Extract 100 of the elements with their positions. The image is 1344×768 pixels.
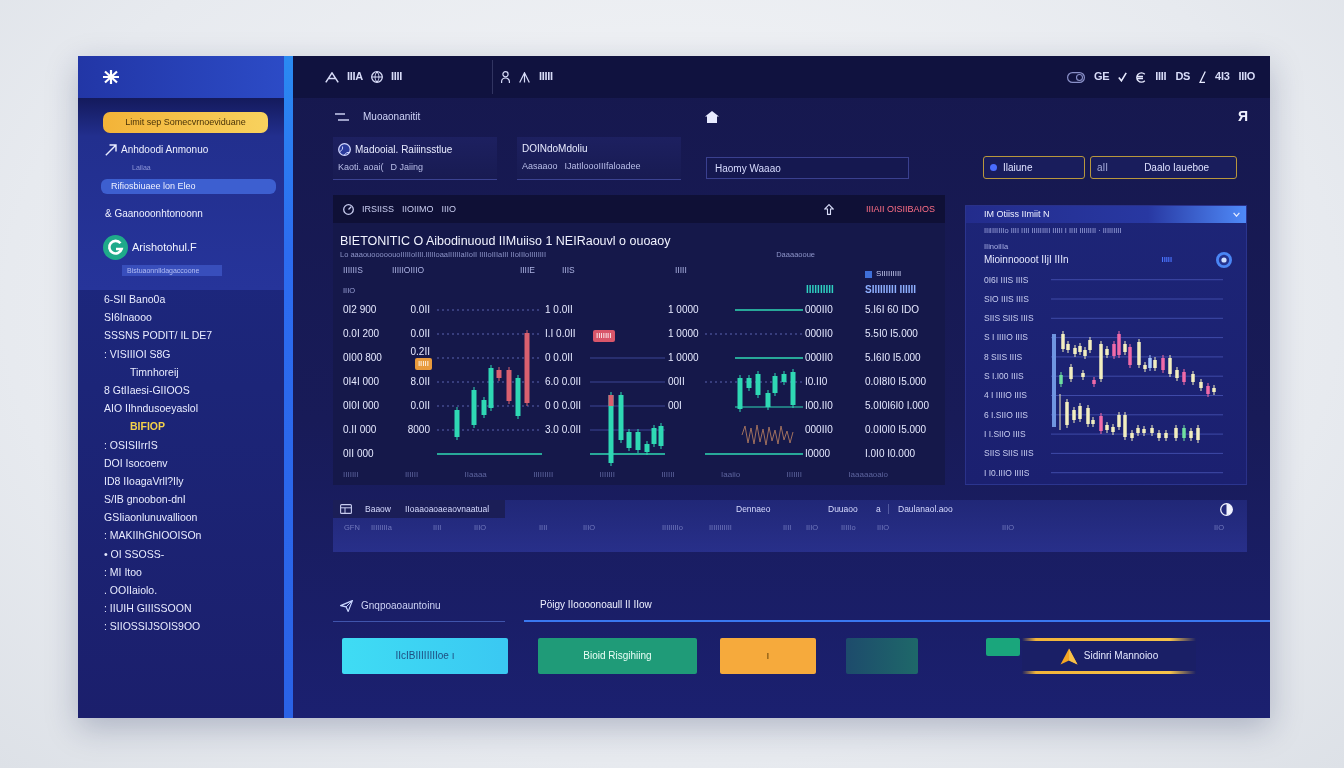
value-label: 0I2 900 bbox=[343, 304, 377, 316]
menu-item[interactable]: : OSISIIrrIS bbox=[104, 435, 158, 454]
search-field[interactable]: Haomy Waaao bbox=[706, 157, 909, 179]
toolbar-link[interactable]: IIIO bbox=[1238, 70, 1255, 84]
toolbar-link[interactable]: IIIA bbox=[347, 70, 363, 84]
tent-icon[interactable] bbox=[518, 71, 530, 83]
profile-name: Arishotohul.F bbox=[132, 240, 197, 255]
strip-heading: IIoaaoaoaeaovnaatual bbox=[405, 503, 491, 515]
menu-item[interactable]: : MAKIIhGhIOOISOn bbox=[104, 526, 202, 545]
profile-initial[interactable]: Я bbox=[1237, 108, 1248, 125]
tab[interactable]: Gnqpoaoauntoinu bbox=[333, 590, 505, 622]
menu-icon[interactable] bbox=[335, 112, 349, 121]
strip-heading: Duuaoo bbox=[828, 503, 859, 515]
nav-item[interactable]: & Gaanooonhtonoonn bbox=[105, 207, 203, 221]
strip-heading: Baaow bbox=[365, 503, 392, 515]
column-header: IIIS bbox=[562, 264, 575, 276]
column-header: IIIIE bbox=[519, 264, 535, 276]
menu-item[interactable]: : VISIIIOI S8G bbox=[104, 344, 171, 363]
panel-title: IM Otiiss IImiit N bbox=[984, 209, 1050, 220]
value-label: 0 0 0.0II bbox=[545, 400, 582, 412]
nav-item[interactable]: Anhdoodi Anmonuo bbox=[105, 143, 209, 157]
axis-label: SIO IIIS IIIS bbox=[984, 293, 1029, 305]
axis-label: 6 I.SIIO IIIS bbox=[984, 409, 1028, 420]
toolbar-link[interactable]: IIII bbox=[390, 70, 402, 84]
card-title: DOINdoMdoliu bbox=[522, 143, 588, 155]
value-label: I0000 bbox=[805, 448, 831, 460]
contrast-icon[interactable] bbox=[1220, 502, 1233, 516]
gauge-icon[interactable] bbox=[343, 203, 354, 215]
action-button[interactable]: Limit sep Somecvrnoeviduane bbox=[103, 112, 268, 133]
user-icon[interactable] bbox=[500, 71, 510, 83]
value-label: 00II bbox=[668, 376, 685, 388]
currency-icon[interactable] bbox=[1136, 71, 1147, 83]
header-label[interactable]: IRSIISS bbox=[362, 203, 394, 215]
tab[interactable]: Pöigy IIoooonoaull II IIow bbox=[524, 590, 1270, 622]
menu-item[interactable]: . OOIIaiolo. bbox=[104, 581, 158, 600]
toolbar-link[interactable]: IIII bbox=[1155, 70, 1167, 84]
value-label: 0.2II bbox=[410, 346, 430, 358]
filter-field[interactable]: aII Daalo Iaueboe bbox=[1090, 156, 1237, 179]
axis-label: IIaaaa bbox=[464, 470, 487, 480]
menu-item[interactable]: BIFIOP bbox=[130, 417, 165, 436]
value-label: 5.0I0I6I0 I.000 bbox=[865, 400, 929, 412]
menu-item[interactable]: SSSNS PODIT/ IL DE7 bbox=[104, 326, 213, 345]
price-badge: IIIIIII bbox=[593, 330, 615, 342]
filter-field[interactable]: Ilaiune bbox=[983, 156, 1085, 179]
column-header: IIIIIIS bbox=[343, 264, 363, 276]
angle-icon[interactable] bbox=[1199, 71, 1207, 83]
menu-item[interactable]: Timnhoreij bbox=[130, 362, 179, 381]
header-label[interactable]: IIIO bbox=[441, 203, 457, 215]
value-label: 0I00 800 bbox=[343, 352, 382, 364]
value-label: 8000 bbox=[407, 424, 430, 436]
toolbar-link[interactable]: DS bbox=[1175, 70, 1191, 84]
menu-item[interactable]: AIO IIhndusoeyaslol bbox=[104, 399, 198, 418]
axis-label: 0I6I IIIS IIIS bbox=[984, 274, 1029, 285]
axis-label: S I IIIIO IIIS bbox=[984, 332, 1028, 343]
check-icon[interactable] bbox=[1118, 72, 1128, 82]
value-label: 1 0000 bbox=[668, 304, 699, 316]
header-label[interactable]: IIOIIMO bbox=[402, 203, 434, 215]
value-label: 0I4I 000 bbox=[343, 376, 380, 388]
nav-item[interactable]: Rifiosbiuaee lon Eleo bbox=[101, 179, 276, 194]
toolbar-link[interactable]: 4I3 bbox=[1215, 70, 1230, 84]
chevron-icon[interactable] bbox=[1233, 212, 1240, 217]
menu-item[interactable]: ID8 IIoagaVrll?Ily bbox=[104, 471, 184, 491]
menu-item[interactable]: • OI SSOSS- bbox=[104, 544, 165, 563]
panel-heading: Mioinnoooot IIjI IIIn bbox=[984, 253, 1069, 266]
globe-icon[interactable] bbox=[370, 71, 383, 83]
value-label: 5.I6I0 I5.000 bbox=[865, 352, 921, 364]
triangle-icon bbox=[1059, 647, 1078, 665]
menu-item[interactable]: 6-SII Bano0a bbox=[104, 290, 166, 309]
value-label: 0.0II bbox=[410, 400, 430, 412]
menu-item[interactable]: DOI Isocoenv bbox=[104, 453, 168, 472]
value-label: 5.I6I 60 IDO bbox=[865, 304, 919, 316]
home-icon[interactable] bbox=[705, 110, 719, 123]
header-link[interactable]: IIIAII OISIIBAIOS bbox=[865, 203, 935, 215]
value-label: 6.0 0.0II bbox=[545, 376, 582, 388]
ring-icon[interactable] bbox=[1216, 251, 1232, 268]
menu-item[interactable]: SI6Inaooo bbox=[104, 308, 152, 327]
toolbar-link[interactable]: IIIII bbox=[538, 70, 553, 84]
value-label: 0I0I 000 bbox=[343, 400, 380, 412]
menu-item[interactable]: : IIUIH GIIISSOON bbox=[104, 599, 192, 618]
menu-item[interactable]: 8 GtIIaesi-GIIOOS bbox=[104, 380, 190, 400]
axis-label: IIIIIIIII bbox=[533, 470, 554, 480]
table-icon[interactable] bbox=[340, 504, 352, 514]
action-button[interactable]: ı bbox=[720, 638, 816, 674]
toggle-icon[interactable] bbox=[1067, 71, 1086, 83]
menu-item[interactable]: GSIiaonlunuvallioon bbox=[104, 508, 198, 527]
chip-icon bbox=[986, 638, 1020, 656]
toolbar-link[interactable]: GE bbox=[1094, 70, 1110, 84]
dot-icon bbox=[990, 164, 997, 171]
action-button[interactable]: Sidinri Mannoioo bbox=[1022, 638, 1196, 674]
axis-label: 4 I IIIIO IIIS bbox=[984, 390, 1027, 401]
axis-label: S I.I00 IIIS bbox=[984, 371, 1024, 382]
menu-item[interactable]: : SIIOSSIJSOIS9OO bbox=[104, 617, 201, 636]
menu-item[interactable]: S/IB gnoobon-dnI bbox=[104, 490, 186, 509]
upload-icon[interactable] bbox=[823, 203, 834, 215]
value-label: 1 0.0II bbox=[545, 304, 573, 316]
action-button[interactable]: IIcIBIIIIIIIIoe ı bbox=[342, 638, 508, 674]
menu-item[interactable]: : MI Itoo bbox=[104, 562, 142, 581]
breadcrumb[interactable]: Muoaonanitit bbox=[363, 110, 421, 123]
value-label: 0.II 000 bbox=[343, 424, 377, 436]
logo-icon[interactable] bbox=[325, 71, 339, 83]
